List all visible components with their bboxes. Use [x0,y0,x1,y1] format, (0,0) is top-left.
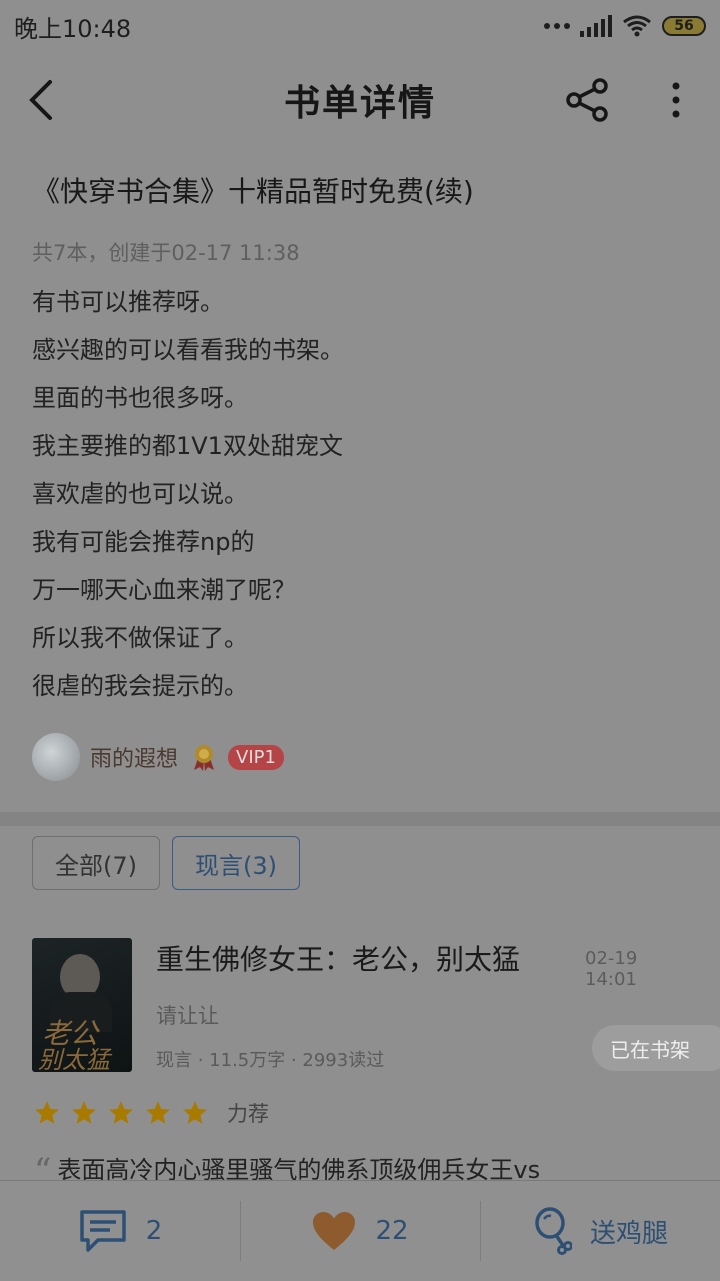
notification-dots-icon [544,23,570,29]
status-icons: 56 [544,14,706,38]
vip-badge: VIP1 [228,744,284,770]
star-icon [35,1101,59,1124]
booklist-meta: 共7本，创建于02-17 11:38 [32,241,300,265]
description-line: 有书可以推荐呀。 [32,288,224,316]
description-line: 喜欢虐的也可以说。 [32,480,248,508]
book-cover[interactable]: 老公 别太猛 [32,938,132,1072]
status-time: 晚上10:48 [14,14,132,43]
comment-icon [79,1210,126,1252]
book-meta: 现言 · 11.5万字 · 2993读过 [156,1050,385,1071]
description-line: 我有可能会推荐np的 [32,528,255,556]
star-icon [183,1101,207,1124]
tab-modern-romance[interactable]: 现言(3) [172,836,300,890]
description-line: 所以我不做保证了。 [32,624,248,652]
star-icon [109,1101,133,1124]
description-line: 我主要推的都1Ⅴ1双处甜宠文 [32,432,343,460]
like-button[interactable]: 22 [240,1181,480,1281]
bottom-action-bar: 2 22 送鸡腿 [0,1180,720,1281]
description-line: 里面的书也很多呀。 [32,384,248,412]
share-icon[interactable] [564,76,612,124]
gift-drumstick-button[interactable]: 送鸡腿 [480,1181,720,1281]
section-divider [0,812,720,826]
book-date: 02-19 14:01 [585,948,638,990]
heart-icon [313,1212,356,1250]
author-name[interactable]: 雨的遐想 [90,741,178,773]
comments-count: 2 [145,1216,163,1246]
book-title[interactable]: 重生佛修女王：老公，别太猛 [156,938,520,978]
medal-icon [194,745,215,771]
avatar[interactable] [32,733,80,781]
page-title: 书单详情 [283,82,436,124]
star-icon [146,1101,170,1124]
star-icon [72,1101,96,1124]
back-arrow-icon[interactable] [22,76,62,124]
battery-icon: 56 [662,16,706,36]
comments-button[interactable]: 2 [0,1181,240,1281]
rating-label: 力荐 [227,1102,269,1126]
on-shelf-button[interactable]: 已在书架 [592,1025,720,1071]
more-options-icon[interactable] [660,76,692,124]
cover-text: 别太猛 [38,1046,110,1072]
description-line: 感兴趣的可以看看我的书架。 [32,336,344,364]
wifi-icon [623,15,651,37]
book-rating: 力荐 [34,1098,269,1128]
booklist-description: 有书可以推荐呀。 感兴趣的可以看看我的书架。 里面的书也很多呀。 我主要推的都1… [32,278,692,710]
signal-icon [580,15,612,37]
tab-all[interactable]: 全部(7) [32,836,160,890]
gift-label: 送鸡腿 [589,1218,668,1249]
book-author: 请让让 [156,1004,219,1028]
page: 晚上10:48 56 书单详情 《快穿书合集》十精品暂时免费(续) 共7本，创建… [0,0,720,1281]
booklist-info: 《快穿书合集》十精品暂时免费(续) 共7本，创建于02-17 11:38 有书可… [32,160,692,784]
drumstick-icon [535,1207,572,1255]
description-line: 万一哪天心血来潮了呢？ [32,576,296,604]
likes-count: 22 [375,1216,409,1246]
author-row[interactable]: 雨的遐想 VIP1 [32,730,692,784]
booklist-title: 《快穿书合集》十精品暂时免费(续) [32,175,474,208]
status-bar: 晚上10:48 56 [0,0,720,52]
description-line: 很虐的我会提示的。 [32,672,248,700]
header: 书单详情 [0,52,720,148]
filter-tabs: 全部(7) 现言(3) [32,836,300,890]
